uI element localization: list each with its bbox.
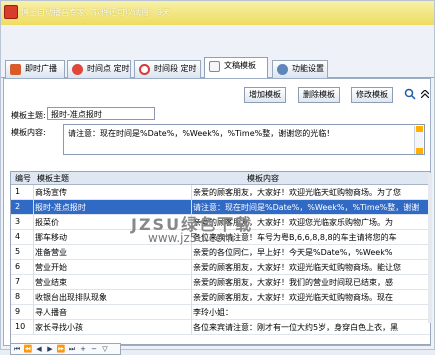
document-icon xyxy=(209,61,220,72)
window-title: 博士自动播音专家，软件还可以试用：9天 xyxy=(21,8,171,17)
row-number: 3 xyxy=(15,217,21,226)
row-subject: 商场宣传 xyxy=(35,188,67,197)
template-content-textarea[interactable]: 请注意：现在时间是%Date%，%Week%，%Time%整，谢谢您的光临！ xyxy=(63,124,425,155)
row-subject: 营业开始 xyxy=(35,263,67,272)
add-template-button[interactable]: 增加模板 xyxy=(244,87,286,103)
table-row[interactable]: 9 寻人播音 李玲小姐： xyxy=(11,305,430,320)
row-content: 亲爱的顾客朋友，大家好！欢迎光临天虹购物商场。为了您 xyxy=(193,188,401,197)
table-header: 编号 模板主题 模板内容 xyxy=(11,172,430,185)
table-row[interactable]: 10 家长寻找小孩 各位来宾请注意：刚才有一位大约5岁，身穿白色上衣，黑 xyxy=(11,320,430,335)
row-content: 亲爱的顾客朋友，大家好！我们的营业时间现已结束，感 xyxy=(193,278,393,287)
tab-time-point-schedule[interactable]: 时间点 定时 xyxy=(67,60,131,78)
header-content[interactable]: 模板内容 xyxy=(247,173,279,184)
row-content: 亲爱的各位同仁，早上好！今天是%Date%，%Week% xyxy=(193,248,393,257)
template-table: 编号 模板主题 模板内容 1 商场宣传 亲爱的顾客朋友，大家好！欢迎光临天虹购物商场… xyxy=(10,171,431,345)
modify-template-button[interactable]: 修改模板 xyxy=(351,87,393,103)
row-number: 4 xyxy=(15,232,21,241)
delete-template-button[interactable]: 删除模板 xyxy=(298,87,340,103)
row-subject: 寻人播音 xyxy=(35,308,67,317)
watermark-url: www.jz5u.com xyxy=(148,231,235,245)
tab-bar: 即时广播 时间点 定时 时间段 定时 文稿模板 功能设置 xyxy=(1,57,434,78)
row-subject: 准备营业 xyxy=(35,248,67,257)
table-scrollbar[interactable] xyxy=(428,173,432,323)
search-icon[interactable] xyxy=(404,88,416,100)
tab-label: 时间段 定时 xyxy=(154,64,197,73)
content-scrollbar[interactable] xyxy=(414,126,423,154)
content-label: 模板内容: xyxy=(11,128,46,137)
header-number[interactable]: 编号 xyxy=(15,173,31,184)
tab-label: 功能设置 xyxy=(292,64,324,73)
content-text: 请注意：现在时间是%Date%，%Week%，%Time%整，谢谢您的光临！ xyxy=(68,129,335,138)
row-content: 亲爱的顾客朋友，大家好！欢迎光临天虹购物商场。现在 xyxy=(193,293,393,302)
subject-label: 模板主题: xyxy=(11,111,46,120)
gear-icon xyxy=(277,64,288,75)
collapse-up-icon[interactable] xyxy=(421,90,429,98)
tab-label: 即时广播 xyxy=(25,64,57,73)
broadcast-icon xyxy=(10,64,21,75)
table-navigator: ⏮ ⏪ ◀ ▶ ⏩ ⏭ + − ▽ xyxy=(10,343,121,355)
row-number: 8 xyxy=(15,292,21,301)
tab-label: 文稿模板 xyxy=(224,61,256,70)
row-number: 1 xyxy=(15,187,21,196)
tab-function-settings[interactable]: 功能设置 xyxy=(272,60,328,78)
scroll-down-arrow[interactable] xyxy=(416,148,423,154)
main-window: 博士自动播音专家，软件还可以试用：9天 即时广播 时间点 定时 时间段 定时 文… xyxy=(0,0,435,355)
title-bar[interactable]: 博士自动播音专家，软件还可以试用：9天 xyxy=(1,1,434,25)
row-number: 2 xyxy=(15,202,21,211)
row-number: 9 xyxy=(15,307,21,316)
row-subject: 营业结束 xyxy=(35,278,67,287)
app-icon xyxy=(4,5,18,19)
clock-icon xyxy=(139,64,150,75)
table-row[interactable]: 5 准备营业 亲爱的各位同仁，早上好！今天是%Date%，%Week% xyxy=(11,245,430,260)
row-number: 5 xyxy=(15,247,21,256)
table-row[interactable]: 7 营业结束 亲爱的顾客朋友，大家好！我们的营业时间现已结束，感 xyxy=(11,275,430,290)
row-number: 10 xyxy=(15,322,26,331)
tab-document-templates[interactable]: 文稿模板 xyxy=(204,57,268,78)
tab-time-range-schedule[interactable]: 时间段 定时 xyxy=(134,60,201,78)
row-number: 7 xyxy=(15,277,21,286)
table-row[interactable]: 8 收银台出现排队现象 亲爱的顾客朋友，大家好！欢迎光临天虹购物商场。现在 xyxy=(11,290,430,305)
row-content: 亲爱的顾客朋友，大家好！欢迎光临天虹购物商场。能让您 xyxy=(193,263,401,272)
alarm-clock-icon xyxy=(72,64,83,75)
table-row[interactable]: 6 营业开始 亲爱的顾客朋友，大家好！欢迎光临天虹购物商场。能让您 xyxy=(11,260,430,275)
row-content: 各位来宾请注意：刚才有一位大约5岁，身穿白色上衣，黑 xyxy=(193,323,399,332)
template-subject-input[interactable]: 报时-准点报时 xyxy=(47,107,155,120)
header-subject[interactable]: 模板主题 xyxy=(37,173,69,184)
tab-instant-broadcast[interactable]: 即时广播 xyxy=(5,60,65,78)
row-subject: 收银台出现排队现象 xyxy=(35,293,107,302)
table-row[interactable]: 1 商场宣传 亲爱的顾客朋友，大家好！欢迎光临天虹购物商场。为了您 xyxy=(11,185,430,200)
row-content: 李玲小姐： xyxy=(193,308,233,317)
row-number: 6 xyxy=(15,262,21,271)
row-subject: 家长寻找小孩 xyxy=(35,323,83,332)
tab-label: 时间点 定时 xyxy=(87,64,130,73)
scroll-up-arrow[interactable] xyxy=(416,126,423,132)
